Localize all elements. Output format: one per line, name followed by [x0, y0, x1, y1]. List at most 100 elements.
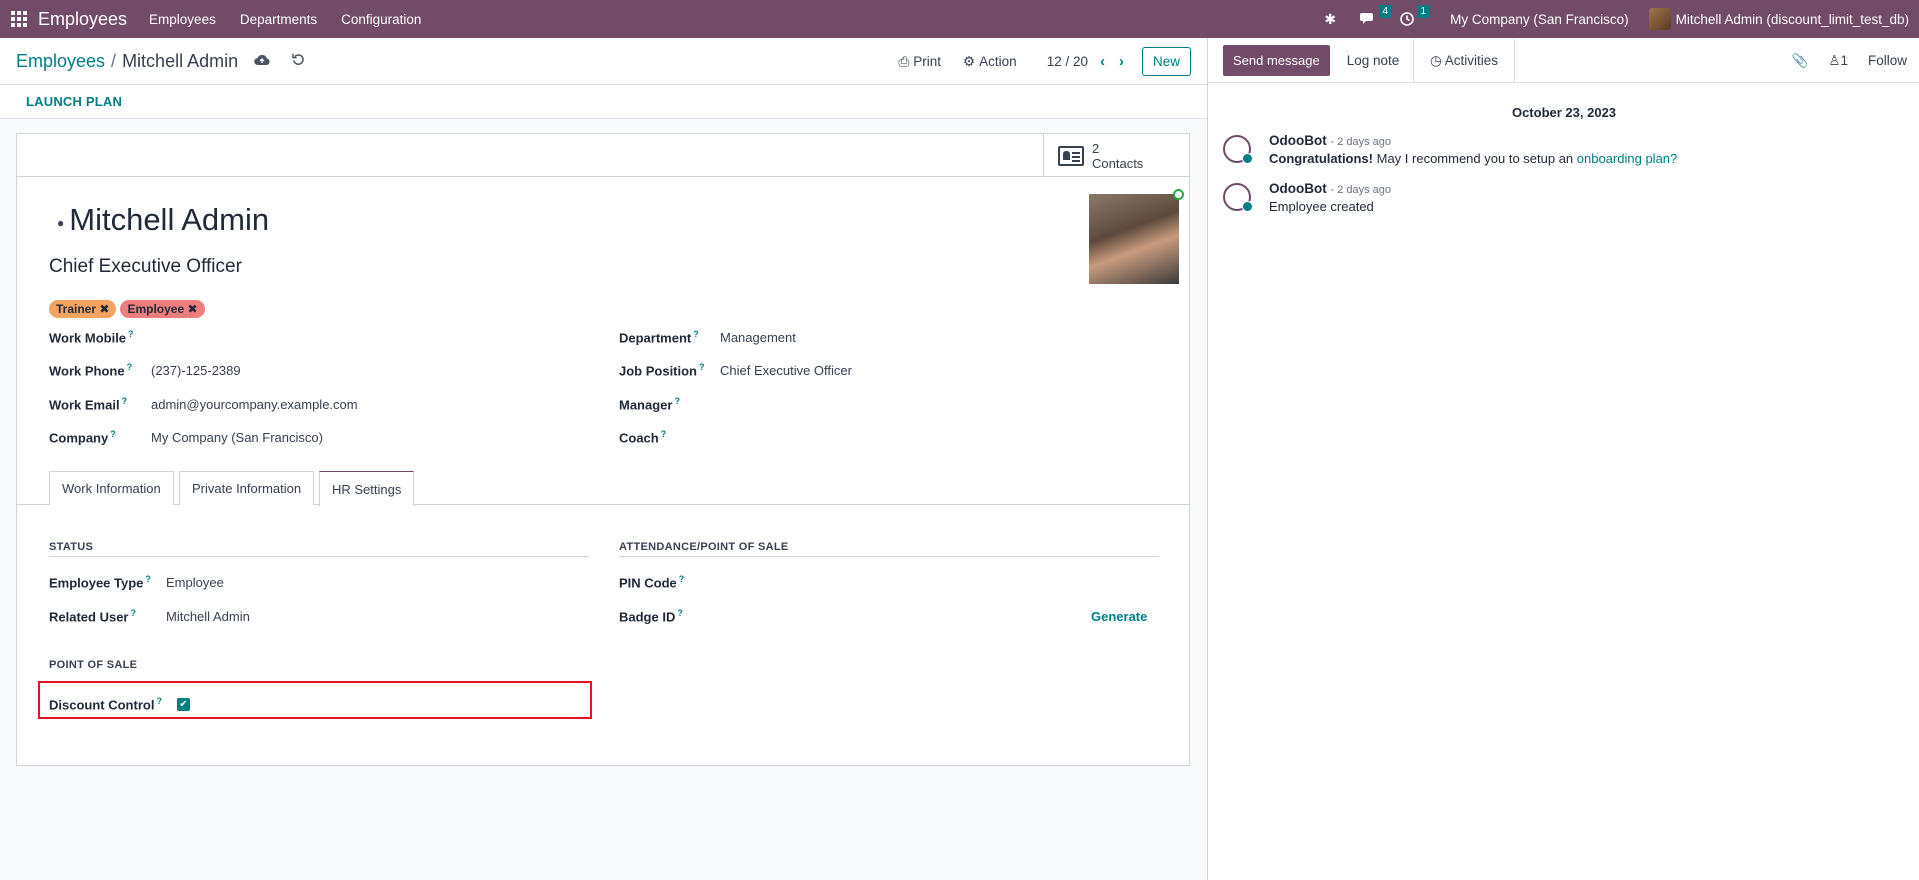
related-user-input[interactable]: Mitchell Admin: [166, 609, 250, 624]
remove-tag-icon[interactable]: ✖: [99, 302, 109, 316]
tag-employee[interactable]: Employee ✖: [120, 300, 205, 318]
messaging-icon[interactable]: 4: [1360, 5, 1393, 26]
work-phone-input[interactable]: (237)-125-2389: [151, 363, 241, 378]
chatter-message: OdooBot - 2 days ago Employee created: [1223, 181, 1903, 221]
message-author[interactable]: OdooBot: [1269, 181, 1327, 196]
smart-button-box: 2 Contacts: [17, 134, 1189, 177]
coach-input[interactable]: [720, 430, 1120, 446]
message-body: Employee created: [1269, 199, 1374, 214]
new-button[interactable]: New: [1141, 47, 1191, 76]
status-section-title: STATUS: [49, 541, 94, 553]
remove-tag-icon[interactable]: ✖: [187, 302, 197, 316]
print-button[interactable]: ⎙ Print: [898, 54, 941, 70]
save-cloud-icon[interactable]: [254, 53, 270, 70]
gear-icon: ⚙: [963, 53, 976, 69]
message-author[interactable]: OdooBot: [1269, 133, 1327, 148]
generate-badge-button[interactable]: Generate: [1091, 609, 1147, 624]
pager-next-icon[interactable]: ›: [1119, 53, 1124, 70]
company-label: Company?: [49, 429, 116, 446]
breadcrumb-separator: /: [111, 50, 117, 71]
activity-clock-icon[interactable]: 1: [1400, 5, 1431, 26]
message-date: - 2 days ago: [1330, 136, 1392, 148]
employee-type-select[interactable]: Employee: [166, 575, 224, 590]
badge-id-input[interactable]: [720, 609, 1060, 625]
tag-trainer[interactable]: Trainer ✖: [49, 300, 117, 318]
job-position-input[interactable]: Chief Executive Officer: [720, 363, 852, 378]
tab-private-information[interactable]: Private Information: [179, 471, 315, 505]
work-mobile-label: Work Mobile?: [49, 329, 134, 346]
launch-plan-button[interactable]: LAUNCH PLAN: [26, 94, 122, 109]
employee-type-label: Employee Type?: [49, 574, 151, 591]
form-sheet: 2 Contacts ● Mitchell Admin Chief Execut…: [16, 133, 1190, 766]
user-menu[interactable]: Mitchell Admin (discount_limit_test_db): [1648, 8, 1909, 30]
chatter-topbar: Send message Log note ◷ Activities 📎 ♙1 …: [1208, 38, 1919, 83]
job-position-label: Job Position?: [619, 362, 705, 379]
log-note-button[interactable]: Log note: [1347, 53, 1400, 68]
follow-button[interactable]: Follow: [1868, 53, 1907, 68]
activities-label: Activities: [1444, 53, 1499, 68]
employee-photo[interactable]: [1089, 194, 1179, 284]
department-input[interactable]: Management: [720, 330, 796, 345]
coach-label: Coach?: [619, 429, 667, 446]
odoobot-avatar[interactable]: [1223, 135, 1253, 164]
work-email-label: Work Email?: [49, 396, 128, 413]
company-switcher[interactable]: My Company (San Francisco): [1450, 12, 1629, 27]
form-statusbar: LAUNCH PLAN: [0, 85, 1207, 119]
message-date: - 2 days ago: [1330, 184, 1392, 196]
tags-field[interactable]: Trainer ✖ Employee ✖: [49, 300, 205, 318]
app-name[interactable]: Employees: [38, 9, 127, 30]
attendance-section-divider: [619, 556, 1159, 557]
pin-code-input[interactable]: [720, 575, 1150, 591]
date-separator: October 23, 2023: [1511, 105, 1617, 120]
job-title-field[interactable]: Chief Executive Officer: [49, 256, 242, 278]
contacts-smart-button[interactable]: 2 Contacts: [1043, 134, 1189, 177]
nav-departments[interactable]: Departments: [240, 12, 317, 27]
activities-button[interactable]: ◷ Activities: [1413, 38, 1516, 83]
pager-value[interactable]: 12 / 20: [1047, 54, 1088, 69]
breadcrumb: Employees / Mitchell Admin: [16, 51, 238, 72]
control-panel: Employees / Mitchell Admin ⎙ Print ⚙ Act…: [0, 38, 1207, 85]
breadcrumb-employees-link[interactable]: Employees: [16, 51, 105, 72]
tab-work-information[interactable]: Work Information: [49, 471, 174, 505]
apps-menu-icon[interactable]: [0, 0, 38, 38]
tab-hr-settings[interactable]: HR Settings: [319, 471, 415, 506]
user-avatar: [1648, 8, 1671, 30]
work-phone-label: Work Phone?: [49, 362, 133, 379]
user-name: Mitchell Admin (discount_limit_test_db): [1675, 11, 1909, 27]
message-body: Congratulations! May I recommend you to …: [1269, 151, 1678, 166]
discard-undo-icon[interactable]: [292, 53, 305, 70]
attendance-section-title: ATTENDANCE/POINT OF SALE: [619, 541, 789, 553]
department-label: Department?: [619, 329, 699, 346]
status-section-divider: [49, 556, 589, 557]
printer-icon: ⎙: [898, 53, 910, 69]
company-input[interactable]: My Company (San Francisco): [151, 430, 323, 445]
chatter-panel: Send message Log note ◷ Activities 📎 ♙1 …: [1207, 38, 1919, 880]
onboarding-plan-link[interactable]: onboarding plan?: [1577, 151, 1677, 166]
badge-id-label: Badge ID?: [619, 608, 683, 625]
pos-section-title: POINT OF SALE: [49, 659, 138, 671]
employee-name[interactable]: ● Mitchell Admin: [57, 202, 269, 238]
send-message-button[interactable]: Send message: [1223, 44, 1330, 76]
pager-previous-icon[interactable]: ‹: [1100, 53, 1105, 70]
work-mobile-input[interactable]: [151, 330, 551, 346]
paperclip-icon[interactable]: 📎: [1792, 53, 1809, 69]
address-card-icon: [1058, 145, 1084, 166]
action-label: Action: [979, 54, 1017, 69]
tag-employee-label: Employee: [127, 302, 185, 316]
nav-configuration[interactable]: Configuration: [341, 12, 421, 27]
odoobot-avatar[interactable]: [1223, 183, 1253, 212]
activities-counter: 1: [1416, 5, 1431, 18]
print-label: Print: [913, 54, 942, 69]
work-email-input[interactable]: admin@yourcompany.example.com: [151, 397, 358, 412]
action-button[interactable]: ⚙ Action: [963, 54, 1017, 70]
employee-name-text: Mitchell Admin: [69, 202, 270, 237]
followers-count: 1: [1840, 52, 1848, 68]
nav-employees[interactable]: Employees: [149, 12, 216, 27]
pin-code-label: PIN Code?: [619, 574, 685, 591]
related-user-label: Related User?: [49, 608, 136, 625]
followers-button[interactable]: ♙1: [1828, 53, 1848, 69]
person-icon: ♙: [1828, 52, 1841, 68]
chat-bubble-icon[interactable]: ●: [57, 216, 64, 230]
manager-input[interactable]: [720, 397, 1120, 413]
debug-bug-icon[interactable]: ✱: [1324, 11, 1336, 28]
